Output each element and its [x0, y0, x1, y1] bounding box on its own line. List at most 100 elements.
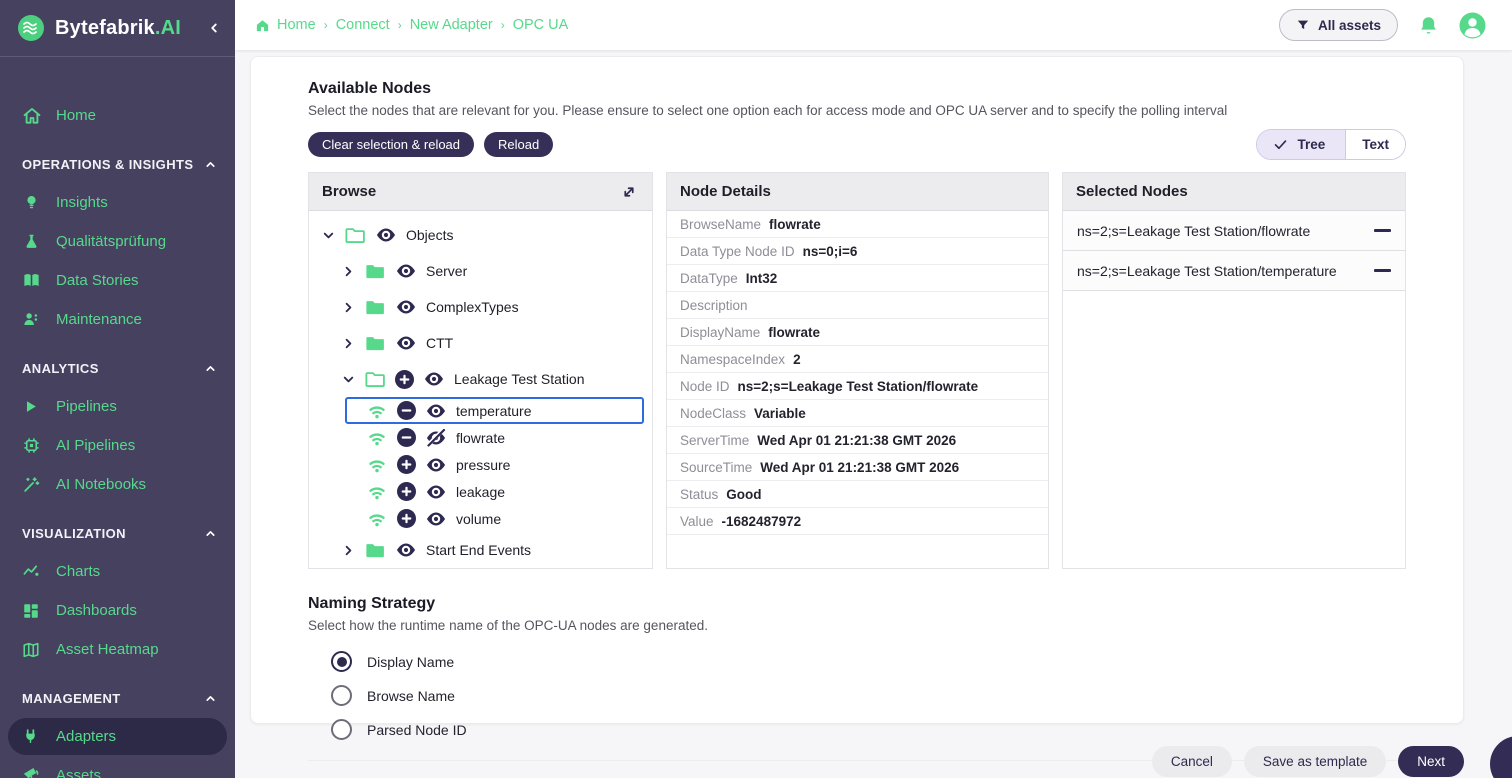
- sidebar-item-assets[interactable]: Assets: [8, 757, 227, 778]
- eye-icon[interactable]: [395, 541, 417, 559]
- plus-icon[interactable]: [395, 370, 414, 389]
- footer-actions: Cancel Save as template Next: [1152, 746, 1464, 777]
- expand-icon[interactable]: [619, 182, 639, 202]
- folder-open-icon: [365, 369, 386, 390]
- selected-node-row: ns=2;s=Leakage Test Station/flowrate: [1063, 211, 1405, 251]
- breadcrumb-home[interactable]: Home: [277, 17, 316, 33]
- detail-row: StatusGood: [667, 481, 1048, 508]
- line-chart-icon: [22, 562, 42, 582]
- remove-node-icon[interactable]: [1374, 229, 1391, 232]
- radio-button[interactable]: [331, 719, 352, 740]
- naming-strategy-section: Naming Strategy Select how the runtime n…: [308, 595, 1406, 740]
- chevron-up-icon: [204, 527, 217, 540]
- all-assets-filter-button[interactable]: All assets: [1279, 9, 1398, 41]
- tree-node-ctt[interactable]: CTT: [309, 325, 652, 361]
- sidebar-item-charts[interactable]: Charts: [8, 553, 227, 590]
- sidebar-item-home[interactable]: Home: [8, 97, 227, 134]
- breadcrumb-new-adapter[interactable]: New Adapter: [410, 17, 493, 33]
- available-nodes-title: Available Nodes: [308, 80, 1406, 98]
- signal-icon: [366, 428, 388, 447]
- detail-row: SourceTimeWed Apr 01 21:21:38 GMT 2026: [667, 454, 1048, 481]
- sidebar-item-ai-notebooks[interactable]: AI Notebooks: [8, 466, 227, 503]
- tree-node-leakage[interactable]: leakage: [309, 478, 652, 505]
- sidebar-item-adapters[interactable]: Adapters: [8, 718, 227, 755]
- breadcrumb-opc-ua[interactable]: OPC UA: [513, 17, 569, 33]
- browse-tree: Objects Server ComplexTypes: [309, 211, 652, 568]
- selected-nodes-title: Selected Nodes: [1076, 183, 1188, 200]
- plus-icon[interactable]: [397, 482, 416, 501]
- minus-icon[interactable]: [397, 428, 416, 447]
- eye-icon[interactable]: [425, 402, 447, 420]
- eye-icon[interactable]: [425, 456, 447, 474]
- reload-button[interactable]: Reload: [484, 132, 553, 157]
- toggle-text[interactable]: Text: [1346, 130, 1405, 159]
- sidebar-section-operations[interactable]: OPERATIONS & INSIGHTS: [0, 146, 235, 182]
- bell-icon[interactable]: [1418, 15, 1439, 36]
- sidebar-item-pipelines[interactable]: Pipelines: [8, 388, 227, 425]
- eye-off-icon[interactable]: [425, 429, 447, 447]
- sidebar-item-insights[interactable]: Insights: [8, 184, 227, 221]
- sidebar-item-ai-pipelines[interactable]: AI Pipelines: [8, 427, 227, 464]
- eye-icon[interactable]: [395, 334, 417, 352]
- sidebar-collapse-icon[interactable]: [207, 21, 221, 35]
- chevron-down-icon[interactable]: [321, 228, 336, 243]
- main-content: Available Nodes Select the nodes that ar…: [235, 50, 1512, 778]
- tree-node-leakage-test-station[interactable]: Leakage Test Station: [309, 361, 652, 397]
- radio-browse-name[interactable]: Browse Name: [331, 685, 1406, 706]
- next-button[interactable]: Next: [1398, 746, 1464, 777]
- toggle-tree[interactable]: Tree: [1257, 130, 1346, 159]
- cancel-button[interactable]: Cancel: [1152, 746, 1232, 777]
- tree-node-pressure[interactable]: pressure: [309, 451, 652, 478]
- minus-icon[interactable]: [397, 401, 416, 420]
- remove-node-icon[interactable]: [1374, 269, 1391, 272]
- tree-node-volume[interactable]: volume: [309, 505, 652, 532]
- detail-row: Node IDns=2;s=Leakage Test Station/flowr…: [667, 373, 1048, 400]
- sidebar-item-asset-heatmap[interactable]: Asset Heatmap: [8, 631, 227, 668]
- browse-title: Browse: [322, 183, 376, 200]
- radio-button[interactable]: [331, 651, 352, 672]
- plus-icon[interactable]: [397, 509, 416, 528]
- eye-icon[interactable]: [423, 370, 445, 388]
- home-icon: [255, 18, 270, 33]
- chevron-down-icon[interactable]: [341, 372, 356, 387]
- sidebar-item-maintenance[interactable]: Maintenance: [8, 301, 227, 338]
- brand-name: Bytefabrik.AI: [55, 17, 198, 40]
- sidebar-item-dashboards[interactable]: Dashboards: [8, 592, 227, 629]
- lightbulb-icon: [22, 193, 42, 213]
- chevron-right-icon[interactable]: [341, 264, 356, 279]
- chevron-right-icon[interactable]: [341, 336, 356, 351]
- sidebar-item-qualitaetspruefung[interactable]: Qualitätsprüfung: [8, 223, 227, 260]
- sidebar-section-management[interactable]: MANAGEMENT: [0, 680, 235, 716]
- eye-icon[interactable]: [395, 298, 417, 316]
- tree-node-objects[interactable]: Objects: [309, 217, 652, 253]
- radio-display-name[interactable]: Display Name: [331, 651, 1406, 672]
- clear-selection-reload-button[interactable]: Clear selection & reload: [308, 132, 474, 157]
- eye-icon[interactable]: [395, 262, 417, 280]
- tree-node-temperature[interactable]: temperature: [345, 397, 644, 424]
- avatar-icon[interactable]: [1459, 12, 1486, 39]
- radio-button[interactable]: [331, 685, 352, 706]
- eye-icon[interactable]: [425, 510, 447, 528]
- eye-icon[interactable]: [425, 483, 447, 501]
- chevron-right-icon[interactable]: [341, 543, 356, 558]
- sidebar-item-label: Asset Heatmap: [56, 641, 159, 658]
- sidebar-item-data-stories[interactable]: Data Stories: [8, 262, 227, 299]
- funnel-icon: [1296, 18, 1310, 32]
- sidebar-section-visualization[interactable]: VISUALIZATION: [0, 515, 235, 551]
- plug-icon: [22, 727, 42, 747]
- tree-node-complextypes[interactable]: ComplexTypes: [309, 289, 652, 325]
- check-icon: [1273, 137, 1288, 152]
- tree-node-server[interactable]: Server: [309, 253, 652, 289]
- sidebar-section-analytics[interactable]: ANALYTICS: [0, 350, 235, 386]
- chevron-right-icon[interactable]: [341, 300, 356, 315]
- tree-node-flowrate[interactable]: flowrate: [309, 424, 652, 451]
- save-as-template-button[interactable]: Save as template: [1244, 746, 1386, 777]
- plus-icon[interactable]: [397, 455, 416, 474]
- signal-icon: [366, 455, 388, 474]
- eye-icon[interactable]: [375, 226, 397, 244]
- sidebar-item-label: Qualitätsprüfung: [56, 233, 166, 250]
- sidebar-item-label: Assets: [56, 767, 101, 778]
- tree-node-start-end-events[interactable]: Start End Events: [309, 532, 652, 568]
- breadcrumb-connect[interactable]: Connect: [336, 17, 390, 33]
- radio-parsed-node-id[interactable]: Parsed Node ID: [331, 719, 1406, 740]
